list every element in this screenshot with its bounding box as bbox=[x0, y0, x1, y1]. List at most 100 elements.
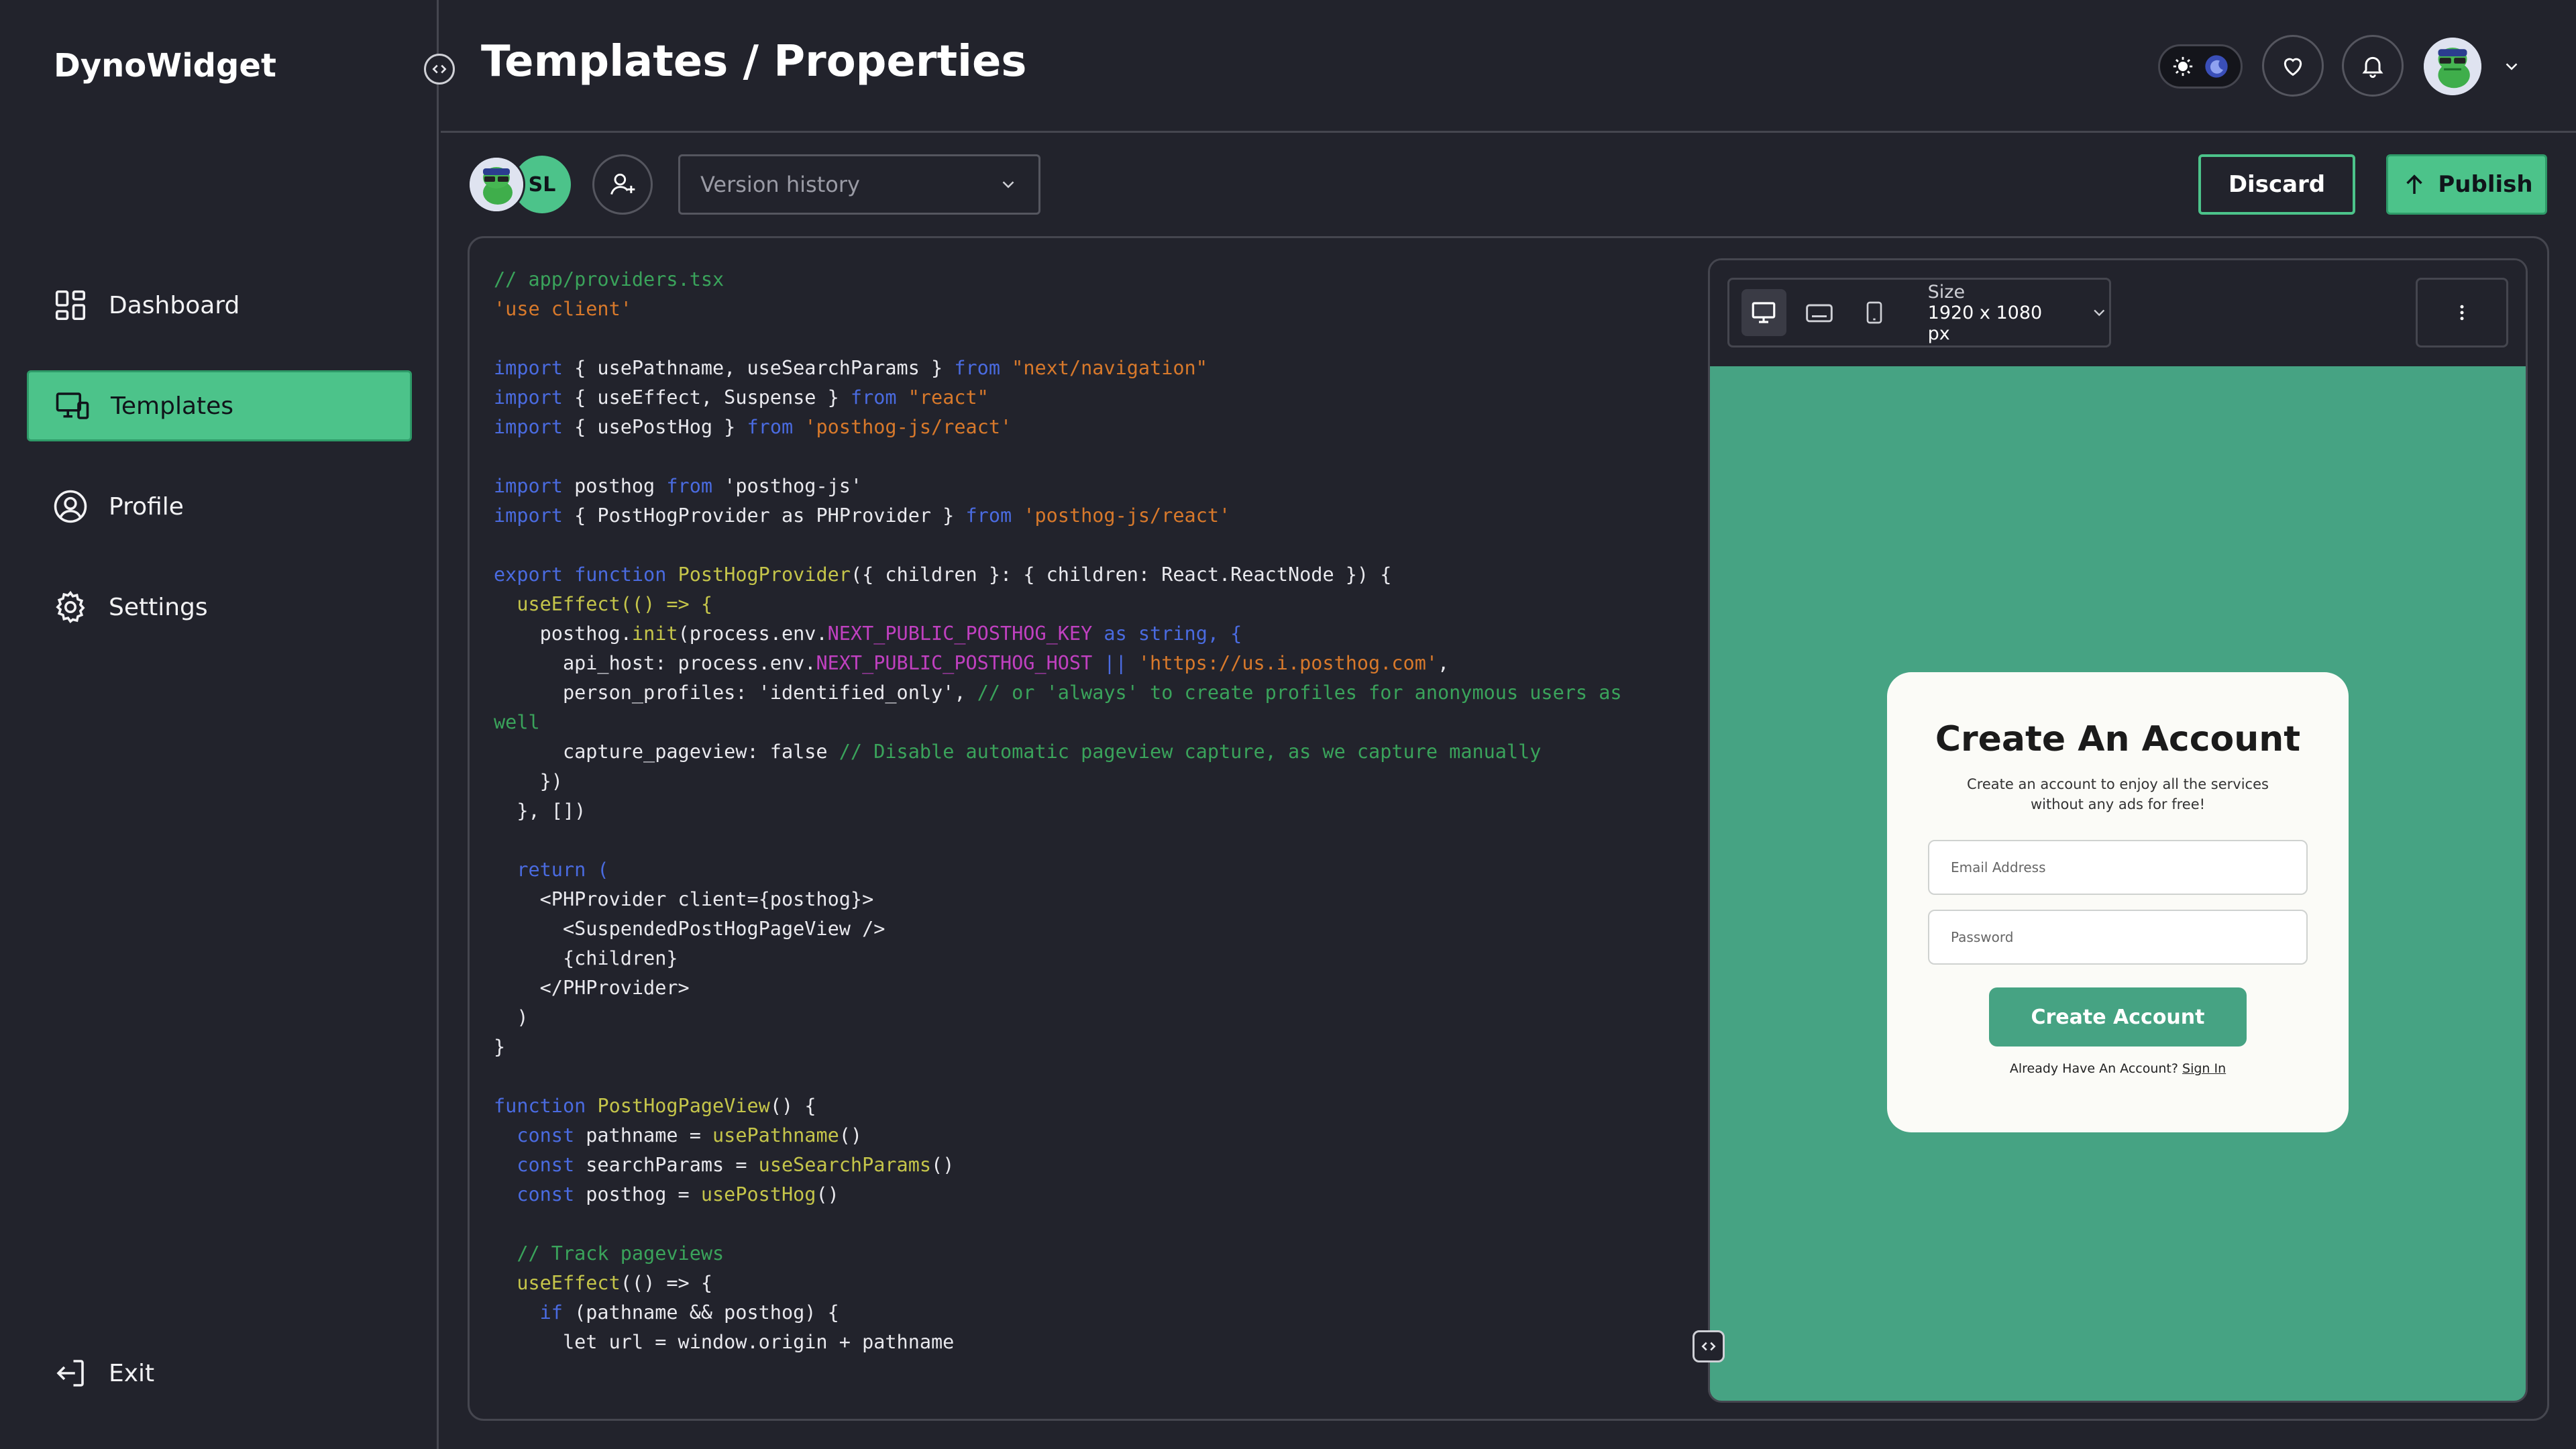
code-token: capture_pageview: false bbox=[494, 741, 839, 763]
brand-logo[interactable]: DynoWidget bbox=[54, 47, 276, 85]
moon-icon bbox=[2204, 55, 2228, 78]
chevron-down-icon bbox=[1002, 181, 1014, 189]
code-token: (() => { bbox=[620, 1272, 713, 1294]
code-token: init bbox=[631, 623, 678, 645]
code-line: useEffect(() => { bbox=[494, 1269, 1634, 1298]
code-token: // Disable automatic pageview capture, a… bbox=[839, 741, 1542, 763]
code-line: <PHProvider client={posthog}> bbox=[494, 885, 1634, 914]
viewport-size-select[interactable]: Size 1920 x 1080 px bbox=[1928, 282, 2063, 344]
size-label: Size bbox=[1927, 281, 1966, 303]
code-line: api_host: process.env.NEXT_PUBLIC_POSTHO… bbox=[494, 649, 1634, 678]
mobile-view-button[interactable] bbox=[1852, 289, 1897, 336]
tablet-landscape-icon bbox=[1806, 304, 1833, 323]
code-token: // or 'always' to create profiles for an… bbox=[977, 682, 1622, 704]
code-line: <SuspendedPostHogPageView /> bbox=[494, 914, 1634, 944]
sidebar-item-label: Templates bbox=[111, 392, 234, 420]
preview-more-button[interactable] bbox=[2416, 278, 2508, 347]
code-line: }, []) bbox=[494, 796, 1634, 826]
collaborator-avatar[interactable] bbox=[468, 156, 525, 213]
code-token: from bbox=[666, 475, 713, 497]
code-line: import { usePathname, useSearchParams } … bbox=[494, 354, 1634, 383]
code-token: usePathname bbox=[712, 1124, 839, 1146]
more-vertical-icon bbox=[2460, 305, 2464, 321]
discard-button[interactable]: Discard bbox=[2198, 154, 2355, 215]
sidebar: DynoWidget Dashboard Templates Profile S… bbox=[0, 0, 439, 1449]
notifications-button[interactable] bbox=[2342, 35, 2404, 97]
preview-canvas: Create An Account Create an account to e… bbox=[1710, 366, 2526, 1401]
code-token: import bbox=[494, 357, 563, 379]
code-line: import { PostHogProvider as PHProvider }… bbox=[494, 501, 1634, 531]
code-token: 'use client' bbox=[494, 298, 632, 320]
desktop-view-button[interactable] bbox=[1741, 289, 1786, 336]
sidebar-item-profile[interactable]: Profile bbox=[27, 471, 412, 542]
create-account-button[interactable]: Create Account bbox=[1989, 987, 2247, 1046]
version-history-select[interactable]: Version history bbox=[678, 154, 1040, 215]
code-token: () bbox=[931, 1154, 955, 1176]
code-token: <SuspendedPostHogPageView /> bbox=[494, 918, 885, 940]
code-token: () { bbox=[769, 1095, 816, 1117]
code-token: () bbox=[816, 1183, 839, 1205]
code-token: pathname = bbox=[574, 1124, 713, 1146]
code-token: well bbox=[494, 711, 540, 733]
code-line: return ( bbox=[494, 855, 1634, 885]
size-value: 1920 x 1080 px bbox=[1927, 302, 2043, 344]
code-token: posthog. bbox=[494, 623, 632, 645]
code-line: {children} bbox=[494, 944, 1634, 973]
favorites-button[interactable] bbox=[2262, 35, 2324, 97]
dashboard-icon bbox=[55, 290, 86, 321]
exit-icon bbox=[56, 1360, 84, 1387]
sidebar-item-dashboard[interactable]: Dashboard bbox=[27, 270, 412, 341]
sidebar-item-label: Dashboard bbox=[109, 291, 240, 319]
code-token: person_profiles: 'identified_only', bbox=[494, 682, 977, 704]
code-token: const bbox=[494, 1124, 575, 1146]
code-token: 'posthog-js/react' bbox=[804, 416, 1012, 438]
code-token: from bbox=[954, 357, 1000, 379]
code-line: import { usePostHog } from 'posthog-js/r… bbox=[494, 413, 1634, 442]
code-line: let url = window.origin + pathname bbox=[494, 1328, 1634, 1357]
code-editor[interactable]: // app/providers.tsx 'use client' import {… bbox=[494, 265, 1634, 1357]
code-token: api_host: process.env. bbox=[494, 652, 816, 674]
signin-link[interactable]: Sign In bbox=[2182, 1061, 2226, 1076]
exit-button[interactable]: Exit bbox=[27, 1338, 412, 1409]
code-token: , bbox=[1438, 652, 1450, 674]
chevron-down-icon[interactable] bbox=[2090, 303, 2109, 323]
code-token: import bbox=[494, 416, 563, 438]
code-token: import bbox=[494, 475, 563, 497]
sidebar-item-settings[interactable]: Settings bbox=[27, 572, 412, 643]
password-field[interactable]: Password bbox=[1928, 910, 2308, 965]
code-token: import bbox=[494, 386, 563, 409]
code-token: const bbox=[494, 1154, 575, 1176]
sidebar-item-templates[interactable]: Templates bbox=[27, 370, 412, 441]
publish-button[interactable]: Publish bbox=[2386, 154, 2547, 215]
sidebar-collapse-button[interactable] bbox=[424, 54, 455, 85]
code-token: let url = window.origin + pathname bbox=[494, 1331, 955, 1353]
header: Templates / Properties bbox=[441, 0, 2576, 133]
code-line: // Track pageviews bbox=[494, 1239, 1634, 1269]
code-line: </PHProvider> bbox=[494, 973, 1634, 1003]
pane-resize-handle[interactable] bbox=[1693, 1330, 1725, 1362]
signin-prompt-text: Already Have An Account? bbox=[2009, 1061, 2178, 1076]
email-field[interactable]: Email Address bbox=[1928, 840, 2308, 895]
signup-card: Create An Account Create an account to e… bbox=[1887, 672, 2349, 1132]
code-icon bbox=[1701, 1342, 1716, 1351]
code-token: () bbox=[839, 1124, 863, 1146]
theme-toggle[interactable] bbox=[2158, 44, 2243, 89]
preview-pane: Size 1920 x 1080 px Create An Account Cr… bbox=[1708, 258, 2528, 1403]
sidebar-item-label: Settings bbox=[109, 593, 208, 621]
chevron-down-icon[interactable] bbox=[2502, 56, 2522, 76]
code-token: NEXT_PUBLIC_POSTHOG_KEY bbox=[827, 623, 1093, 645]
card-subtitle: Create an account to enjoy all the servi… bbox=[1967, 776, 2269, 812]
tablet-landscape-view-button[interactable] bbox=[1797, 289, 1842, 336]
user-avatar[interactable] bbox=[2424, 38, 2481, 95]
code-token: }, []) bbox=[494, 800, 586, 822]
code-token: }) bbox=[494, 770, 563, 792]
sidebar-item-label: Profile bbox=[109, 492, 184, 521]
add-collaborator-button[interactable] bbox=[592, 154, 653, 215]
